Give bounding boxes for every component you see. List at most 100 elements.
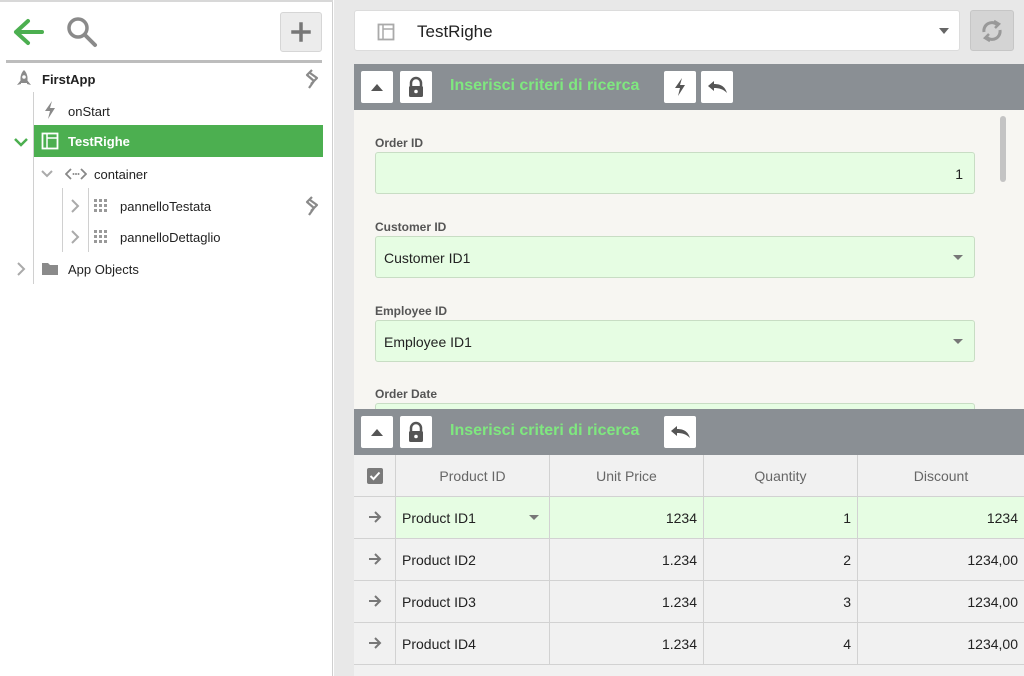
quantity-cell[interactable]: 2 (704, 539, 858, 580)
table-row[interactable] (354, 665, 1024, 676)
chevron-right-icon[interactable] (70, 198, 80, 214)
chevron-down-icon[interactable] (40, 169, 54, 179)
discount-cell[interactable]: 1234,00 (858, 581, 1024, 622)
toolbar-divider (6, 60, 322, 63)
unit-price-cell[interactable]: 1.234 (550, 623, 704, 664)
quantity-cell[interactable]: 3 (704, 581, 858, 622)
table-row[interactable]: Product ID3 1.234 3 1234,00 (354, 581, 1024, 623)
back-button[interactable] (12, 16, 46, 48)
tree-item-label: pannelloTestata (120, 199, 212, 214)
order-id-value: 1 (955, 166, 963, 182)
collapse-button[interactable] (361, 416, 393, 448)
quantity-cell[interactable]: 1 (704, 497, 858, 538)
search-execute-button[interactable] (664, 71, 696, 103)
tree-toolbar (0, 0, 333, 63)
form-title: TestRighe (417, 22, 493, 41)
lock-button[interactable] (400, 416, 432, 448)
lightning-icon (45, 101, 55, 119)
select-all-cell[interactable] (354, 455, 396, 496)
search-icon (67, 17, 97, 47)
row-selector[interactable] (354, 497, 396, 538)
product-id-cell[interactable]: Product ID4 (396, 623, 550, 664)
discount-cell[interactable]: 1234 (858, 497, 1024, 538)
lock-icon (409, 421, 423, 442)
tree-item-app-objects[interactable]: App Objects (0, 254, 330, 284)
lock-button[interactable] (400, 71, 432, 103)
arrow-right-icon (369, 595, 382, 607)
refresh-icon (982, 19, 1002, 42)
add-button[interactable] (280, 12, 322, 52)
order-date-label: Order Date (375, 387, 438, 401)
triangle-up-icon (371, 84, 383, 91)
column-header-quantity[interactable]: Quantity (704, 455, 858, 496)
form-selector[interactable]: TestRighe (354, 10, 960, 51)
product-id-cell[interactable]: Product ID3 (396, 581, 550, 622)
unit-price-cell[interactable]: 1.234 (550, 539, 704, 580)
employee-id-label: Employee ID (375, 304, 448, 318)
column-header-discount[interactable]: Discount (858, 455, 1024, 496)
tree-item-onstart[interactable]: onStart (0, 96, 330, 126)
arrow-right-icon (369, 511, 382, 523)
chevron-down-icon (953, 255, 963, 260)
table-row[interactable]: Product ID2 1.234 2 1234,00 (354, 539, 1024, 581)
arrow-left-icon (14, 19, 44, 45)
unit-price-cell[interactable]: 1.234 (550, 581, 704, 622)
folder-icon (42, 263, 58, 275)
unit-price-cell[interactable]: 1234 (550, 497, 704, 538)
chevron-down-icon (953, 339, 963, 344)
customer-id-select[interactable]: Customer ID1 (375, 236, 975, 278)
undo-button[interactable] (664, 416, 696, 448)
product-id-cell[interactable]: Product ID1 (396, 497, 550, 538)
arrow-right-icon (369, 637, 382, 649)
tree-item-pannellodettaglio[interactable]: pannelloDettaglio (0, 222, 330, 252)
detail-grid: Product ID Unit Price Quantity Discount … (354, 455, 1024, 676)
search-form: Order ID 1 Customer ID Customer ID1 Empl… (354, 110, 1024, 409)
row-selector[interactable] (354, 581, 396, 622)
form-scrollbar[interactable] (1000, 116, 1006, 182)
search-button[interactable] (64, 14, 100, 50)
tree-item-label: App Objects (68, 262, 139, 277)
employee-id-select[interactable]: Employee ID1 (375, 320, 975, 362)
row-selector[interactable] (354, 623, 396, 664)
tree-item-label: pannelloDettaglio (120, 230, 221, 245)
checkbox-icon[interactable] (367, 468, 383, 484)
project-tree-panel: FirstApp onStart TestRighe container pan… (0, 0, 333, 676)
product-id-cell[interactable]: Product ID2 (396, 539, 550, 580)
search-panel-header: Inserisci criteri di ricerca (354, 64, 1024, 110)
refresh-button[interactable] (970, 10, 1014, 51)
table-row[interactable]: Product ID1 1234 1 1234 (354, 497, 1024, 539)
quantity-cell[interactable]: 4 (704, 623, 858, 664)
form-designer-area: TestRighe Inserisci criteri di ricerca O… (334, 0, 1024, 676)
order-id-label: Order ID (375, 136, 424, 150)
grid-icon (94, 230, 107, 243)
column-header-product-id[interactable]: Product ID (396, 455, 550, 496)
lightning-icon (675, 78, 685, 96)
triangle-up-icon (371, 429, 383, 436)
search-panel-title: Inserisci criteri di ricerca (450, 77, 640, 94)
tree-item-testrighe[interactable]: TestRighe (34, 125, 323, 157)
link-icon[interactable] (304, 196, 320, 216)
form-icon (41, 132, 59, 150)
grid-header-row: Product ID Unit Price Quantity Discount (354, 455, 1024, 497)
chevron-right-icon[interactable] (16, 261, 26, 277)
tree-item-pannellotestata[interactable]: pannelloTestata (0, 191, 330, 221)
tree-item-container[interactable]: container (0, 159, 330, 189)
row-selector[interactable] (354, 539, 396, 580)
link-icon[interactable] (304, 69, 320, 89)
tree-item-label: TestRighe (68, 134, 130, 149)
lock-icon (409, 76, 423, 97)
undo-button[interactable] (701, 71, 733, 103)
table-row[interactable]: Product ID4 1.234 4 1234,00 (354, 623, 1024, 665)
chevron-right-icon[interactable] (70, 229, 80, 245)
collapse-button[interactable] (361, 71, 393, 103)
discount-cell[interactable]: 1234,00 (858, 623, 1024, 664)
column-header-unit-price[interactable]: Unit Price (550, 455, 704, 496)
order-id-input[interactable]: 1 (375, 152, 975, 194)
discount-cell[interactable]: 1234,00 (858, 539, 1024, 580)
form-icon (377, 23, 395, 41)
tree-item-label: container (94, 167, 148, 182)
tree-item-firstapp[interactable]: FirstApp (0, 64, 330, 94)
undo-icon (708, 81, 727, 93)
chevron-down-icon[interactable] (13, 136, 29, 148)
chevron-down-icon (529, 515, 539, 520)
